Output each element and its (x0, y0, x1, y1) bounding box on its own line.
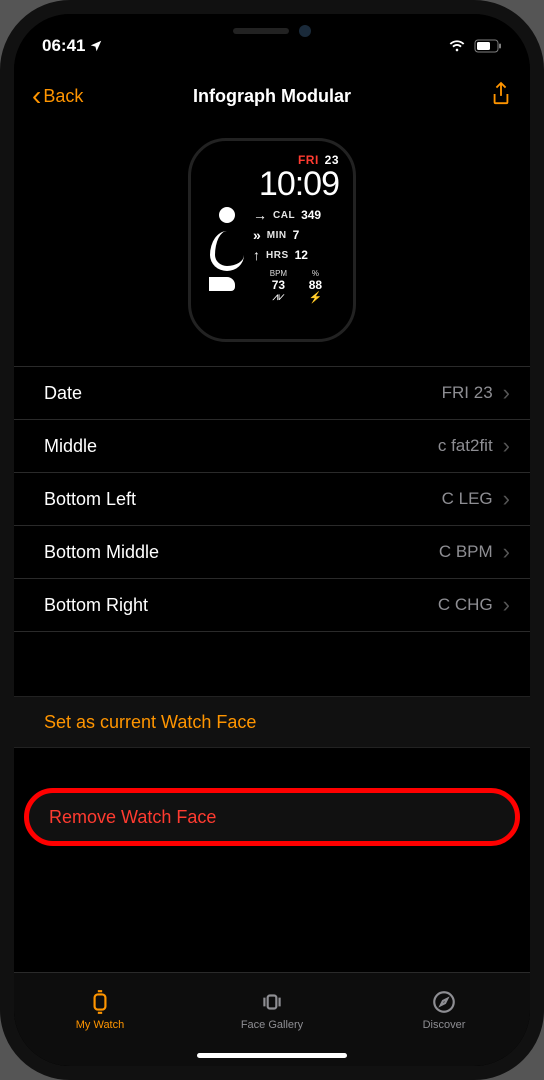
tab-my-watch[interactable]: My Watch (14, 973, 186, 1046)
back-label: Back (43, 86, 83, 107)
complication-row-bottom-right[interactable]: Bottom Right C CHG› (14, 579, 530, 632)
complication-row-middle[interactable]: Middle c fat2fit› (14, 420, 530, 473)
complication-row-date[interactable]: Date FRI 23› (14, 367, 530, 420)
chevron-right-icon: › (503, 433, 510, 459)
watch-icon (87, 989, 113, 1015)
share-button[interactable] (490, 81, 512, 112)
complication-row-bottom-left[interactable]: Bottom Left C LEG› (14, 473, 530, 526)
page-title: Infograph Modular (14, 86, 530, 107)
remove-watch-face-button[interactable]: Remove Watch Face (24, 788, 520, 846)
status-time: 06:41 (42, 36, 85, 56)
chevron-right-icon: › (503, 592, 510, 618)
gallery-icon (259, 989, 285, 1015)
complication-row-bottom-middle[interactable]: Bottom Middle C BPM› (14, 526, 530, 579)
chevron-right-icon: › (503, 380, 510, 406)
screen: 06:41 ‹ Back Infograph Modular (14, 14, 530, 1066)
chevron-right-icon: › (503, 486, 510, 512)
tab-discover[interactable]: Discover (358, 973, 530, 1046)
home-indicator[interactable] (197, 1053, 347, 1058)
chevron-left-icon: ‹ (32, 82, 41, 110)
notch (162, 14, 382, 48)
phone-frame: 06:41 ‹ Back Infograph Modular (0, 0, 544, 1080)
compass-icon (431, 989, 457, 1015)
battery-icon (474, 39, 502, 53)
location-icon (89, 39, 103, 53)
tab-face-gallery[interactable]: Face Gallery (186, 973, 358, 1046)
set-current-watch-face-button[interactable]: Set as current Watch Face (14, 696, 530, 748)
nav-bar: ‹ Back Infograph Modular (14, 68, 530, 124)
watch-face-preview: FRI 23 10:09 →CAL349 »MIN7 ↑HRS12 (14, 124, 530, 366)
chevron-right-icon: › (503, 539, 510, 565)
tab-bar: My Watch Face Gallery Discover (14, 972, 530, 1066)
complications-list: Date FRI 23› Middle c fat2fit› Bottom Le… (14, 366, 530, 632)
back-button[interactable]: ‹ Back (32, 82, 83, 110)
wifi-icon (447, 38, 467, 54)
